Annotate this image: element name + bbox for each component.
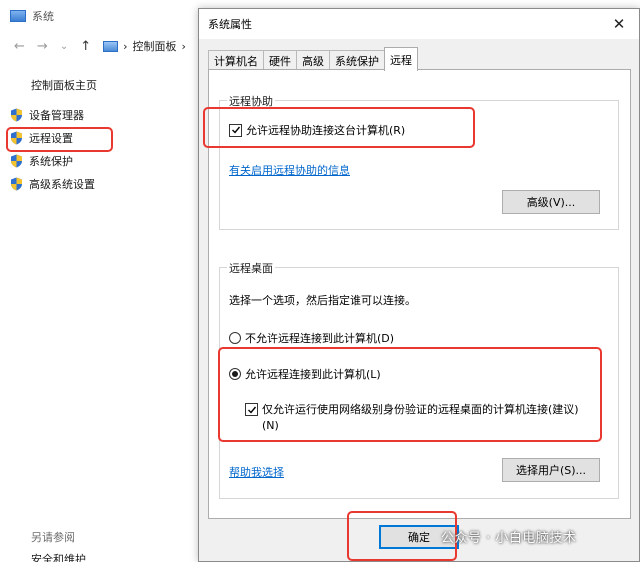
close-icon[interactable]: ✕ <box>609 14 629 34</box>
system-app-icon <box>10 10 26 22</box>
back-arrow-icon[interactable]: ← <box>14 39 25 54</box>
tab-system-protection[interactable]: 系统保护 <box>329 50 385 70</box>
breadcrumb-separator-end: › <box>181 39 186 53</box>
shield-icon <box>10 108 23 122</box>
remote-tab-panel: 远程协助 允许远程协助连接这台计算机(R) 有关启用远程协助的信息 高级(V).… <box>203 69 631 519</box>
control-panel-home-link[interactable]: 控制面板主页 <box>31 77 97 93</box>
watermark-text: 公众号 · 小白电脑技术 <box>441 531 577 546</box>
tab-strip: 计算机名 硬件 高级 系统保护 远程 <box>208 47 418 71</box>
security-maintenance-link[interactable]: 安全和维护 <box>31 551 86 562</box>
remote-desktop-instruction: 选择一个选项，然后指定谁可以连接。 <box>229 294 416 307</box>
advanced-button[interactable]: 高级(V)... <box>502 190 600 214</box>
background-nav-bar: ← → ⌄ ↑ › 控制面板 › <box>0 34 200 58</box>
sidebar-item-label: 设备管理器 <box>29 109 84 122</box>
tab-advanced[interactable]: 高级 <box>296 50 330 70</box>
breadcrumb[interactable]: › 控制面板 › <box>103 38 186 54</box>
sidebar-item-system-protection[interactable]: 系统保护 <box>10 154 95 168</box>
dialog-title: 系统属性 <box>208 18 252 31</box>
help-me-choose-link[interactable]: 帮助我选择 <box>229 464 284 480</box>
sidebar-item-label: 高级系统设置 <box>29 178 95 191</box>
background-window-title: 系统 <box>0 0 200 32</box>
sidebar-item-device-manager[interactable]: 设备管理器 <box>10 108 95 122</box>
radio-label: 不允许远程连接到此计算机(D) <box>245 332 395 345</box>
forward-arrow-icon[interactable]: → <box>37 39 48 54</box>
tab-hardware[interactable]: 硬件 <box>263 50 297 70</box>
system-properties-dialog: 系统属性 ✕ 计算机名 硬件 高级 系统保护 远程 远程协助 允许远程协助连接这… <box>198 8 640 562</box>
up-arrow-icon[interactable]: ↑ <box>80 39 91 54</box>
tab-computer-name[interactable]: 计算机名 <box>208 50 264 70</box>
control-panel-icon <box>103 40 119 52</box>
dialog-title-bar: 系统属性 ✕ <box>199 9 639 39</box>
sidebar-item-advanced-settings[interactable]: 高级系统设置 <box>10 177 95 191</box>
shield-icon <box>10 154 23 168</box>
see-also-heading: 另请参阅 <box>31 531 75 544</box>
sidebar-item-label: 系统保护 <box>29 155 73 168</box>
breadcrumb-separator: › <box>123 39 128 53</box>
background-title-text: 系统 <box>32 10 54 23</box>
highlight-remote-settings <box>6 127 113 152</box>
remote-desktop-label: 远程桌面 <box>227 260 275 276</box>
remote-assistance-info-link[interactable]: 有关启用远程协助的信息 <box>229 162 350 178</box>
radio-unselected-icon[interactable] <box>229 332 241 344</box>
highlight-remote-assistance <box>203 107 475 148</box>
breadcrumb-control-panel[interactable]: 控制面板 <box>133 38 177 54</box>
history-dropdown-icon[interactable]: ⌄ <box>60 41 68 52</box>
radio-deny-remote[interactable]: 不允许远程连接到此计算机(D) <box>229 330 394 346</box>
shield-icon <box>10 177 23 191</box>
tab-remote[interactable]: 远程 <box>384 47 418 71</box>
highlight-allow-remote <box>218 347 602 442</box>
select-users-button[interactable]: 选择用户(S)... <box>502 458 600 482</box>
